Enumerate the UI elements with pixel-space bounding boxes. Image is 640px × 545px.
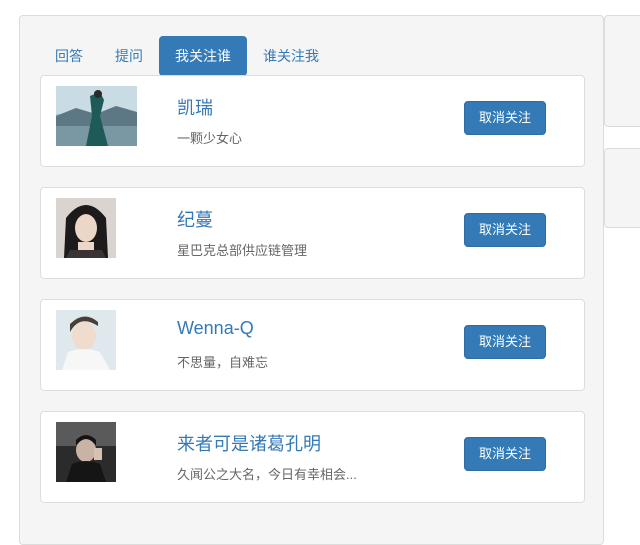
user-name[interactable]: 纪蔓 — [177, 206, 213, 232]
user-bio: 星巴克总部供应链管理 — [177, 243, 308, 258]
user-bio: 不思量，自难忘 — [177, 355, 269, 370]
avatar[interactable] — [56, 198, 116, 258]
avatar[interactable] — [56, 86, 137, 146]
follow-card: 纪蔓 星巴克总部供应链管理 取消关注 — [40, 187, 585, 279]
unfollow-button[interactable]: 取消关注 — [464, 325, 546, 359]
tab-questions[interactable]: 提问 — [99, 36, 159, 76]
unfollow-button[interactable]: 取消关注 — [464, 213, 546, 247]
tab-bar: 回答 提问 我关注谁 谁关注我 — [39, 36, 335, 76]
avatar[interactable] — [56, 422, 116, 482]
tab-followers[interactable]: 谁关注我 — [247, 36, 335, 76]
user-bio: 一颗少女心 — [177, 131, 243, 146]
side-panel-middle — [604, 148, 640, 228]
follow-card: 来者可是诸葛孔明 久闻公之大名，今日有幸相会... 取消关注 — [40, 411, 585, 503]
main-panel: 回答 提问 我关注谁 谁关注我 凯瑞 一颗少女心 取消关注 纪蔓 星巴克总部供应… — [19, 15, 604, 545]
avatar[interactable] — [56, 310, 116, 370]
tab-following[interactable]: 我关注谁 — [159, 36, 247, 76]
user-name[interactable]: 来者可是诸葛孔明 — [177, 430, 321, 456]
unfollow-button[interactable]: 取消关注 — [464, 437, 546, 471]
follow-card: 凯瑞 一颗少女心 取消关注 — [40, 75, 585, 167]
tab-answers[interactable]: 回答 — [39, 36, 99, 76]
unfollow-button[interactable]: 取消关注 — [464, 101, 546, 135]
user-name[interactable]: Wenna-Q — [177, 318, 254, 339]
follow-card: Wenna-Q 不思量，自难忘 取消关注 — [40, 299, 585, 391]
side-panel-top — [604, 15, 640, 127]
user-name[interactable]: 凯瑞 — [177, 94, 213, 120]
user-bio: 久闻公之大名，今日有幸相会... — [177, 467, 357, 482]
